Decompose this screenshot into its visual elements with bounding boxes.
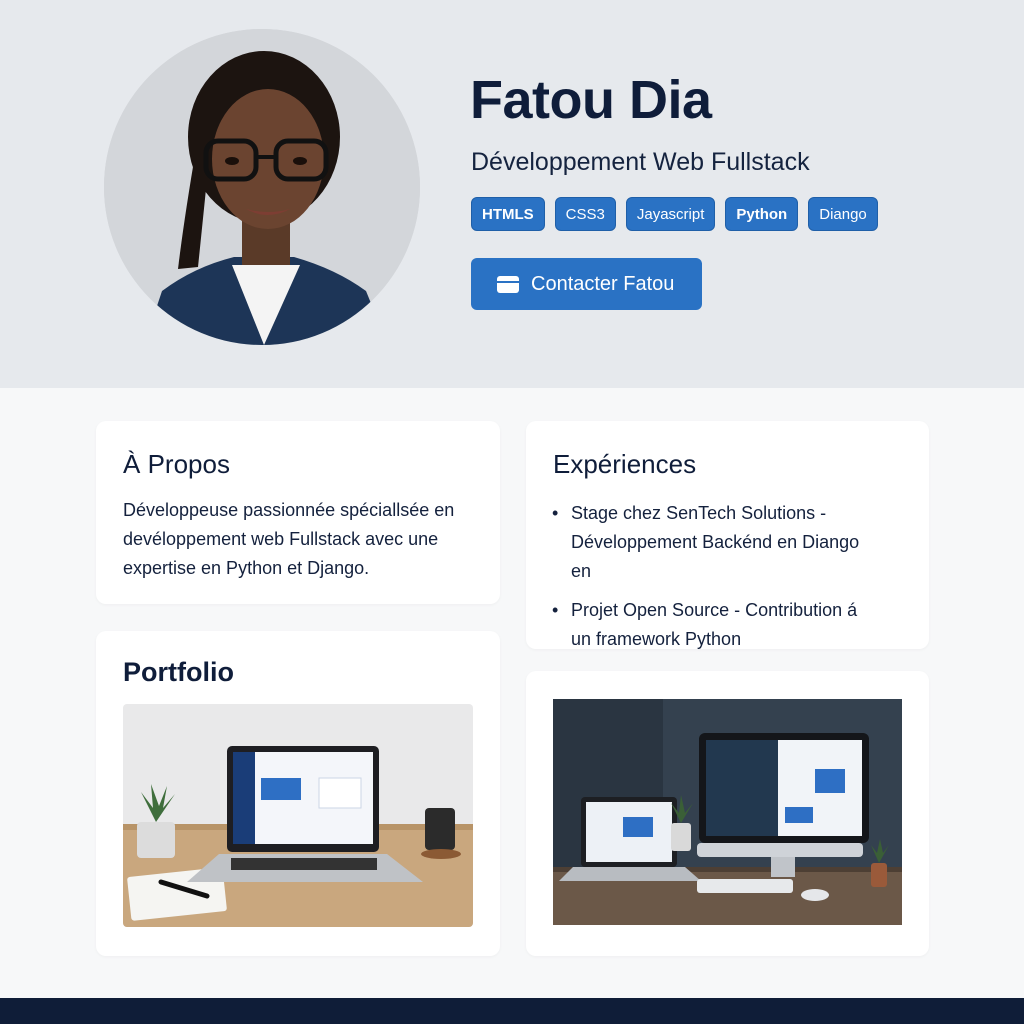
skill-tag-javascript[interactable]: Jayascript: [625, 197, 716, 231]
profile-name: Fatou Dia: [470, 70, 712, 130]
skill-tags: HTMLS CSS3 Jayascript Python Diango: [471, 197, 878, 231]
skill-tag-python[interactable]: Python: [725, 197, 799, 231]
portfolio-title: Portfolio: [123, 657, 234, 687]
skill-tag-django[interactable]: Diango: [808, 197, 878, 231]
experiences-title: Expériences: [553, 449, 697, 479]
about-title: À Propos: [123, 449, 230, 479]
profile-header: Fatou Dia Développement Web Fullstack HT…: [0, 0, 1024, 388]
contact-button-label: Contacter Fatou: [531, 272, 675, 295]
experiences-card: Expériences Stage chez SenTech Solutions…: [526, 421, 929, 649]
workspace-image[interactable]: [553, 699, 902, 925]
experience-item: Stage chez SenTech Solutions - Développe…: [552, 499, 882, 586]
experience-item: Projet Open Source - Contribution á un f…: [552, 596, 872, 654]
footer-bar: [0, 998, 1024, 1024]
portfolio-card: Portfolio: [96, 631, 500, 956]
about-text: Développeuse passionnée spéciallsée en d…: [123, 500, 455, 578]
profile-photo: [104, 29, 420, 345]
card-icon: [497, 275, 519, 293]
experiences-list: Stage chez SenTech Solutions - Développe…: [552, 499, 882, 664]
skill-tag-html[interactable]: HTMLS: [471, 197, 545, 231]
skill-tag-css[interactable]: CSS3: [554, 197, 616, 231]
project-gallery-card: [526, 671, 929, 956]
about-card: À Propos Développeuse passionnée spécial…: [96, 421, 500, 604]
portfolio-laptop-image[interactable]: [123, 704, 473, 927]
profile-role: Développement Web Fullstack: [471, 148, 810, 176]
contact-button[interactable]: Contacter Fatou: [471, 258, 702, 310]
